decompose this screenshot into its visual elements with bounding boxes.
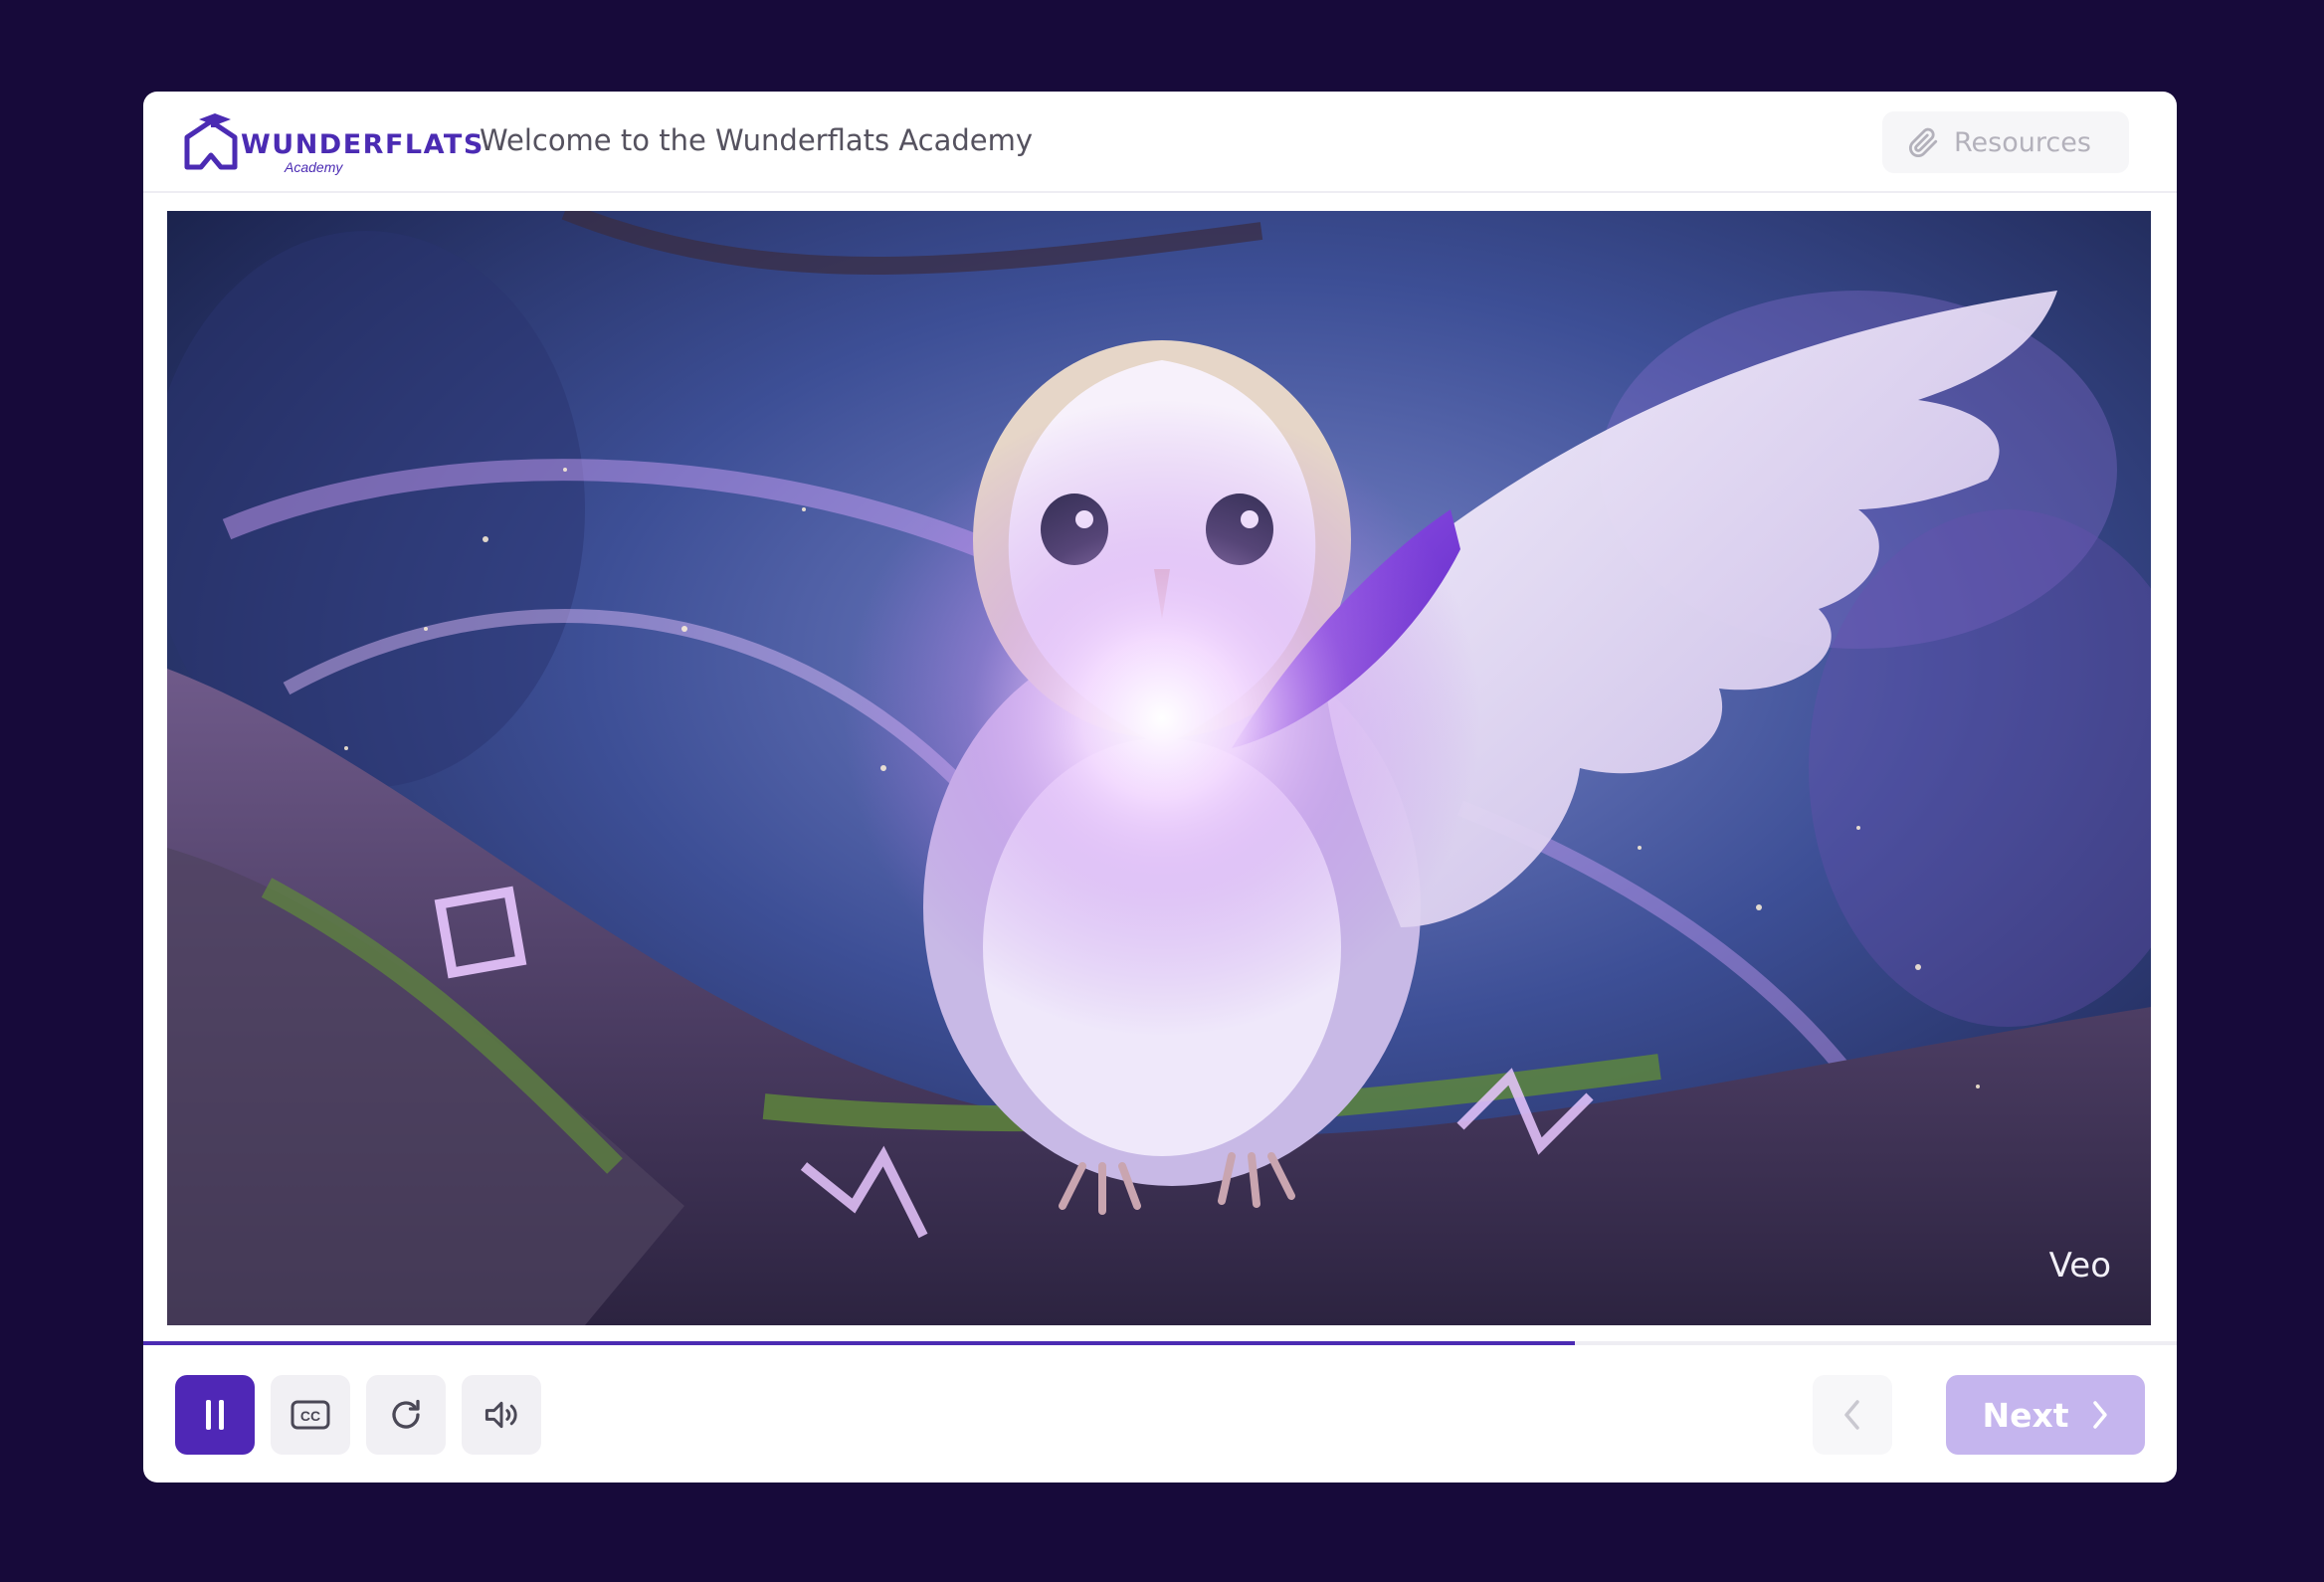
player-controls: CC Next: [143, 1375, 2177, 1455]
veo-watermark: Veo: [2048, 1246, 2111, 1285]
video-progress-bar[interactable]: [143, 1341, 2177, 1345]
previous-button[interactable]: [1813, 1375, 1892, 1455]
volume-icon: [484, 1401, 517, 1429]
player-card: WUNDERFLATS Academy Welcome to the Wunde…: [143, 92, 2177, 1483]
logo-subtext: Academy: [285, 159, 343, 175]
wunderflats-logo[interactable]: WUNDERFLATS Academy: [181, 109, 483, 175]
next-button[interactable]: Next: [1946, 1375, 2145, 1455]
logo-house-icon: [184, 113, 238, 170]
logo-text: WUNDERFLATS: [241, 129, 484, 160]
closed-captions-icon: CC: [290, 1400, 330, 1430]
pause-button[interactable]: [175, 1375, 255, 1455]
header: WUNDERFLATS Academy Welcome to the Wunde…: [143, 92, 2177, 193]
resources-button[interactable]: Resources: [1882, 111, 2129, 173]
chevron-right-icon: [2092, 1401, 2107, 1429]
page-title: Welcome to the Wunderflats Academy: [480, 123, 1034, 157]
replay-button[interactable]: [366, 1375, 446, 1455]
video-player[interactable]: Veo: [167, 211, 2151, 1325]
video-frame-owl: [167, 211, 2151, 1325]
svg-text:CC: CC: [300, 1408, 320, 1424]
chevron-left-icon: [1844, 1400, 1859, 1430]
resources-label: Resources: [1954, 126, 2091, 158]
video-progress-fill: [143, 1341, 1575, 1345]
paperclip-icon: [1908, 127, 1938, 158]
captions-button[interactable]: CC: [271, 1375, 350, 1455]
pause-icon: [206, 1400, 224, 1430]
volume-button[interactable]: [462, 1375, 541, 1455]
replay-icon: [392, 1399, 420, 1429]
next-label: Next: [1982, 1395, 2069, 1435]
